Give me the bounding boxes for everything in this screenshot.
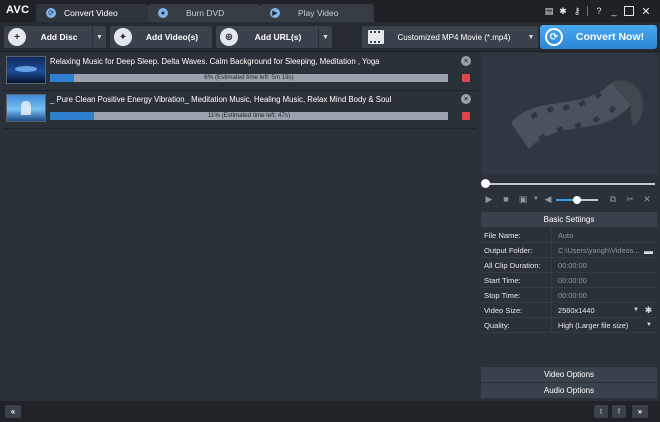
film-reel-icon: ✦ xyxy=(114,28,132,46)
audio-options-button[interactable]: Audio Options xyxy=(481,383,657,398)
play-icon: ▶ xyxy=(270,8,280,18)
seek-slider[interactable] xyxy=(481,178,657,190)
divider xyxy=(587,6,588,16)
tab-play-video[interactable]: ▶ Play Video xyxy=(260,4,374,22)
setting-file-name: File Name: Auto xyxy=(481,228,657,243)
film-strip-icon xyxy=(511,80,643,149)
film-icon xyxy=(368,30,384,44)
video-options-button[interactable]: Video Options xyxy=(481,367,657,382)
stop-time-field[interactable]: 00:00:00 xyxy=(551,288,657,303)
remove-icon[interactable]: × xyxy=(461,94,471,104)
convert-now-button[interactable]: ⟳ Convert Now! xyxy=(540,25,657,49)
progress-text: 6% (Estimated time left: 5m 19s) xyxy=(204,74,294,81)
twitter-icon[interactable]: t xyxy=(594,405,608,418)
video-size-select[interactable]: 2560x1440 xyxy=(551,303,641,318)
file-list: Relaxing Music for Deep Sleep. Delta Wav… xyxy=(4,53,477,399)
title-bar: AVC ⟳ Convert Video ● Burn DVD ▶ Play Vi… xyxy=(0,0,660,22)
setting-video-size: Video Size: 2560x1440 ▼ ✱ xyxy=(481,303,657,318)
disc-icon: ● xyxy=(158,8,168,18)
chevron-down-icon: ▼ xyxy=(527,33,535,41)
quality-select[interactable]: High (Larger file size) xyxy=(551,318,657,333)
gear-icon[interactable]: ✱ xyxy=(557,5,569,17)
gear-icon[interactable]: ✱ xyxy=(643,305,654,316)
expand-button[interactable]: » xyxy=(632,405,648,418)
progress-bar: 6% (Estimated time left: 5m 19s) xyxy=(50,74,448,82)
list-item[interactable]: Relaxing Music for Deep Sleep. Delta Wav… xyxy=(4,53,477,91)
maximize-icon[interactable] xyxy=(624,6,634,16)
stop-conversion-button[interactable] xyxy=(462,112,470,120)
add-disc-button[interactable]: + Add Disc ▼ xyxy=(4,26,106,48)
convert-icon: ⟳ xyxy=(545,28,563,46)
video-thumbnail xyxy=(6,94,46,122)
facebook-icon[interactable]: f xyxy=(612,405,626,418)
volume-icon[interactable]: ◀ xyxy=(542,193,554,205)
refresh-icon: ⟳ xyxy=(46,8,56,18)
snapshot-icon[interactable]: ▣ xyxy=(517,193,529,205)
seek-track xyxy=(485,183,655,185)
play-icon[interactable]: ▶ xyxy=(483,193,495,205)
video-preview xyxy=(481,53,657,175)
folder-icon[interactable]: ▬ xyxy=(643,245,654,256)
volume-handle[interactable] xyxy=(573,196,581,204)
tab-convert-video[interactable]: ⟳ Convert Video xyxy=(36,4,148,22)
stop-icon[interactable]: ■ xyxy=(500,193,512,205)
stop-conversion-button[interactable] xyxy=(462,74,470,82)
setting-output-folder: Output Folder: C:\Users\yangh\Videos... … xyxy=(481,243,657,258)
list-icon[interactable]: ▤ xyxy=(543,5,555,17)
file-name: Relaxing Music for Deep Sleep. Delta Wav… xyxy=(50,57,380,66)
video-thumbnail xyxy=(6,56,46,84)
remove-icon[interactable]: × xyxy=(461,56,471,66)
setting-start-time: Start Time: 00:00:00 xyxy=(481,273,657,288)
status-bar: « t f » xyxy=(0,401,660,422)
output-folder-field[interactable]: C:\Users\yangh\Videos... xyxy=(551,243,641,258)
chevron-down-icon[interactable]: ▼ xyxy=(530,193,542,205)
volume-slider[interactable] xyxy=(556,196,598,204)
file-name: _ Pure Clean Positive Energy Vibration_ … xyxy=(50,95,392,104)
globe-icon: ⊕ xyxy=(220,28,238,46)
add-videos-button[interactable]: ✦ Add Video(s) xyxy=(110,26,212,48)
setting-clip-duration: All Clip Duration: 00:00:00 xyxy=(481,258,657,273)
key-icon[interactable]: ⚷ xyxy=(571,5,583,17)
start-time-field[interactable]: 00:00:00 xyxy=(551,273,657,288)
tab-burn-dvd[interactable]: ● Burn DVD xyxy=(148,4,260,22)
seek-handle[interactable] xyxy=(481,179,490,188)
clip-duration-value: 00:00:00 xyxy=(551,258,657,273)
chevron-down-icon[interactable]: ▼ xyxy=(646,318,652,333)
setting-quality: Quality: High (Larger file size) ▼ xyxy=(481,318,657,333)
list-item[interactable]: _ Pure Clean Positive Energy Vibration_ … xyxy=(4,91,477,129)
collapse-button[interactable]: « xyxy=(5,405,21,418)
close-icon[interactable]: ✕ xyxy=(640,5,652,18)
app-logo: AVC xyxy=(6,4,30,16)
chevron-down-icon[interactable]: ▼ xyxy=(633,303,639,318)
chevron-down-icon[interactable]: ▼ xyxy=(318,26,332,48)
progress-text: 11% (Estimated time left: 47s) xyxy=(207,112,291,119)
copy-icon[interactable]: ⧉ xyxy=(607,193,619,205)
add-urls-button[interactable]: ⊕ Add URL(s) ▼ xyxy=(216,26,332,48)
effects-icon[interactable]: ✕ xyxy=(641,193,653,205)
chevron-down-icon[interactable]: ▼ xyxy=(92,26,106,48)
minimize-icon[interactable]: _ xyxy=(608,5,620,17)
help-icon[interactable]: ? xyxy=(593,5,605,17)
add-disc-icon: + xyxy=(8,28,26,46)
settings-title[interactable]: Basic Settings xyxy=(481,212,657,227)
output-format-select[interactable]: Customized MP4 Movie (*.mp4) ▼ xyxy=(362,26,538,48)
file-name-field[interactable]: Auto xyxy=(551,228,657,243)
scissors-icon[interactable]: ✂ xyxy=(624,193,636,205)
progress-bar: 11% (Estimated time left: 47s) xyxy=(50,112,448,120)
toolbar: + Add Disc ▼ ✦ Add Video(s) ⊕ Add URL(s)… xyxy=(0,22,660,52)
setting-stop-time: Stop Time: 00:00:00 xyxy=(481,288,657,303)
